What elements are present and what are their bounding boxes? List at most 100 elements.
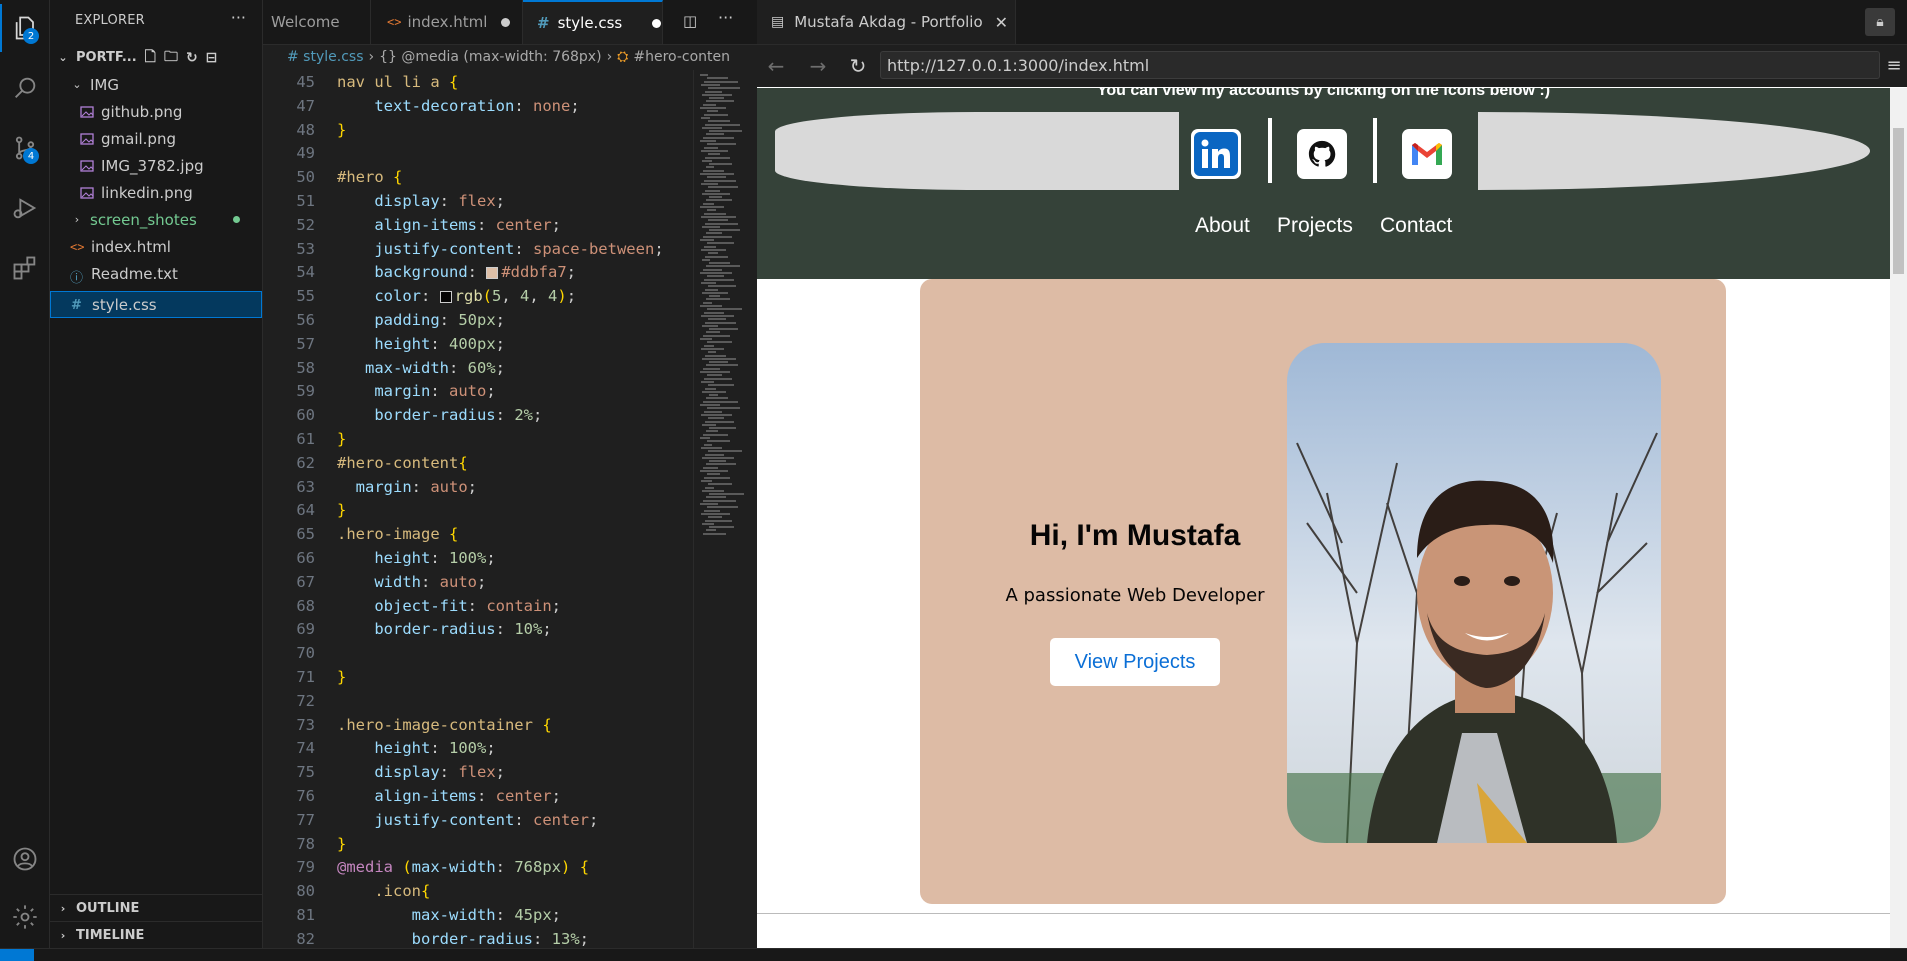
tree-item-screen-shotes-folder[interactable]: › screen_shotes <box>50 206 262 233</box>
gmail-icon[interactable] <box>1402 129 1452 179</box>
code-line[interactable]: 65 .hero-image { <box>263 522 693 546</box>
browser-scrollbar[interactable] <box>1890 88 1907 948</box>
run-debug-icon[interactable] <box>0 184 49 232</box>
lock-icon[interactable]: 🔒︎ <box>1865 8 1895 36</box>
code-line[interactable]: 81 max-width: 45px; <box>263 903 693 927</box>
code-line[interactable]: 53 justify-content: space-between; <box>263 237 693 261</box>
unsaved-dot-icon[interactable] <box>501 17 511 27</box>
unsaved-dot-icon[interactable] <box>652 18 662 28</box>
code-line[interactable]: 78} <box>263 832 693 856</box>
linkedin-icon[interactable] <box>1191 129 1241 179</box>
settings-gear-icon[interactable] <box>0 893 49 941</box>
tree-item-img3782-jpg[interactable]: IMG_3782.jpg <box>50 152 262 179</box>
code-area[interactable]: 45 nav ul li a {47 text-decoration: none;… <box>263 70 693 948</box>
minimap[interactable] <box>693 70 758 948</box>
code-line[interactable]: 59 margin: auto; <box>263 379 693 403</box>
tab-welcome[interactable]: Welcome <box>263 0 371 44</box>
tree-item-gmail-png[interactable]: gmail.png <box>50 125 262 152</box>
tree-item-img-folder[interactable]: ⌄ IMG <box>50 71 262 98</box>
code-line[interactable]: 72 <box>263 689 693 713</box>
code-line[interactable]: 58 max-width: 60%; <box>263 356 693 380</box>
source-control-icon[interactable]: 4 <box>0 124 49 172</box>
tab-index-html[interactable]: <> index.html <box>371 0 523 44</box>
code-line[interactable]: 61} <box>263 427 693 451</box>
tab-style-css[interactable]: # style.css <box>523 0 663 44</box>
nav-about-link[interactable]: About <box>1195 214 1250 238</box>
project-root[interactable]: ⌄ PORTF... 🗋 🗀 ↻ ⊟ <box>50 44 262 71</box>
code-line[interactable]: 80 .icon{ <box>263 879 693 903</box>
new-folder-icon[interactable]: 🗀 <box>164 46 178 70</box>
minimap-line <box>709 262 730 265</box>
code-line[interactable]: 45 nav ul li a { <box>263 70 693 94</box>
extensions-icon[interactable] <box>0 244 49 292</box>
split-editor-icon[interactable]: ◫ <box>683 12 697 30</box>
tree-item-label: github.png <box>101 102 183 121</box>
code-text: border-radius: 13%; <box>411 929 589 948</box>
tree-item-style-css[interactable]: # style.css <box>50 291 262 318</box>
minimap-line <box>703 169 724 172</box>
tree-item-readme-txt[interactable]: ⓘ Readme.txt <box>50 260 262 287</box>
breadcrumb-selector[interactable]: #hero-conten <box>633 49 730 65</box>
tree-item-index-html[interactable]: <> index.html <box>50 233 262 260</box>
code-line[interactable]: 76 align-items: center; <box>263 784 693 808</box>
code-line[interactable]: 69 border-radius: 10%; <box>263 617 693 641</box>
refresh-icon[interactable]: ↻ <box>186 50 198 66</box>
url-input[interactable]: http://127.0.0.1:3000/index.html <box>880 51 1880 79</box>
remote-indicator-icon[interactable] <box>0 949 34 961</box>
more-actions-icon[interactable]: ··· <box>231 8 246 27</box>
outline-section[interactable]: › OUTLINE <box>50 894 262 921</box>
timeline-section[interactable]: › TIMELINE <box>50 921 262 948</box>
browser-tab[interactable]: ▤ Mustafa Akdag - Portfolio ✕ <box>757 0 1016 44</box>
close-icon[interactable]: ✕ <box>995 13 1008 32</box>
breadcrumb-media[interactable]: {} @media (max-width: 768px) <box>379 49 601 65</box>
code-line[interactable]: 62 #hero-content{ <box>263 451 693 475</box>
explorer-icon[interactable]: 2 <box>0 4 49 52</box>
code-line[interactable]: 73 .hero-image-container { <box>263 713 693 737</box>
code-line[interactable]: 68 object-fit: contain; <box>263 594 693 618</box>
code-line[interactable]: 60 border-radius: 2%; <box>263 403 693 427</box>
forward-arrow-icon[interactable]: → <box>805 53 831 79</box>
code-line[interactable]: 79 @media (max-width: 768px) { <box>263 855 693 879</box>
code-line[interactable]: 55 color: rgb(5, 4, 4); <box>263 284 693 308</box>
code-line[interactable]: 63 margin: auto; <box>263 475 693 499</box>
breadcrumb-file[interactable]: # style.css <box>287 49 364 65</box>
code-line[interactable]: 49 <box>263 141 693 165</box>
tree-item-linkedin-png[interactable]: linkedin.png <box>50 179 262 206</box>
minimap-line <box>707 506 738 509</box>
scrollbar-thumb[interactable] <box>1893 128 1904 274</box>
code-line[interactable]: 51 display: flex; <box>263 189 693 213</box>
line-number: 80 <box>296 882 315 901</box>
more-actions-icon[interactable]: ··· <box>718 8 733 27</box>
code-line[interactable]: 56 padding: 50px; <box>263 308 693 332</box>
code-line[interactable]: 67 width: auto; <box>263 570 693 594</box>
code-line[interactable]: 77 justify-content: center; <box>263 808 693 832</box>
code-line[interactable]: 75 display: flex; <box>263 760 693 784</box>
code-line[interactable]: 50 #hero { <box>263 165 693 189</box>
code-line[interactable]: 71} <box>263 665 693 689</box>
code-line[interactable]: 66 height: 100%; <box>263 546 693 570</box>
code-line[interactable]: 57 height: 400px; <box>263 332 693 356</box>
search-icon[interactable] <box>0 64 49 112</box>
code-line[interactable]: 64} <box>263 498 693 522</box>
code-line[interactable]: 52 align-items: center; <box>263 213 693 237</box>
tree-item-github-png[interactable]: github.png <box>50 98 262 125</box>
code-line[interactable]: 74 height: 100%; <box>263 736 693 760</box>
code-line[interactable]: 70 <box>263 641 693 665</box>
github-icon[interactable] <box>1297 129 1347 179</box>
collapse-all-icon[interactable]: ⊟ <box>206 50 218 66</box>
new-file-icon[interactable]: 🗋 <box>145 46 156 70</box>
reload-icon[interactable]: ↻ <box>845 53 871 79</box>
menu-icon[interactable]: ≡ <box>1881 53 1907 79</box>
view-projects-button[interactable]: View Projects <box>1050 638 1220 686</box>
back-arrow-icon[interactable]: ← <box>763 53 789 79</box>
minimap-line <box>705 486 714 489</box>
minimap-line <box>700 305 722 307</box>
code-line[interactable]: 54 background: #ddbfa7; <box>263 260 693 284</box>
code-text: background: #ddbfa7; <box>374 263 576 282</box>
nav-contact-link[interactable]: Contact <box>1380 214 1452 238</box>
code-line[interactable]: 47 text-decoration: none; <box>263 94 693 118</box>
nav-projects-link[interactable]: Projects <box>1277 214 1353 238</box>
code-line[interactable]: 82 border-radius: 13%; <box>263 927 693 948</box>
accounts-icon[interactable] <box>0 835 49 883</box>
code-line[interactable]: 48} <box>263 118 693 142</box>
